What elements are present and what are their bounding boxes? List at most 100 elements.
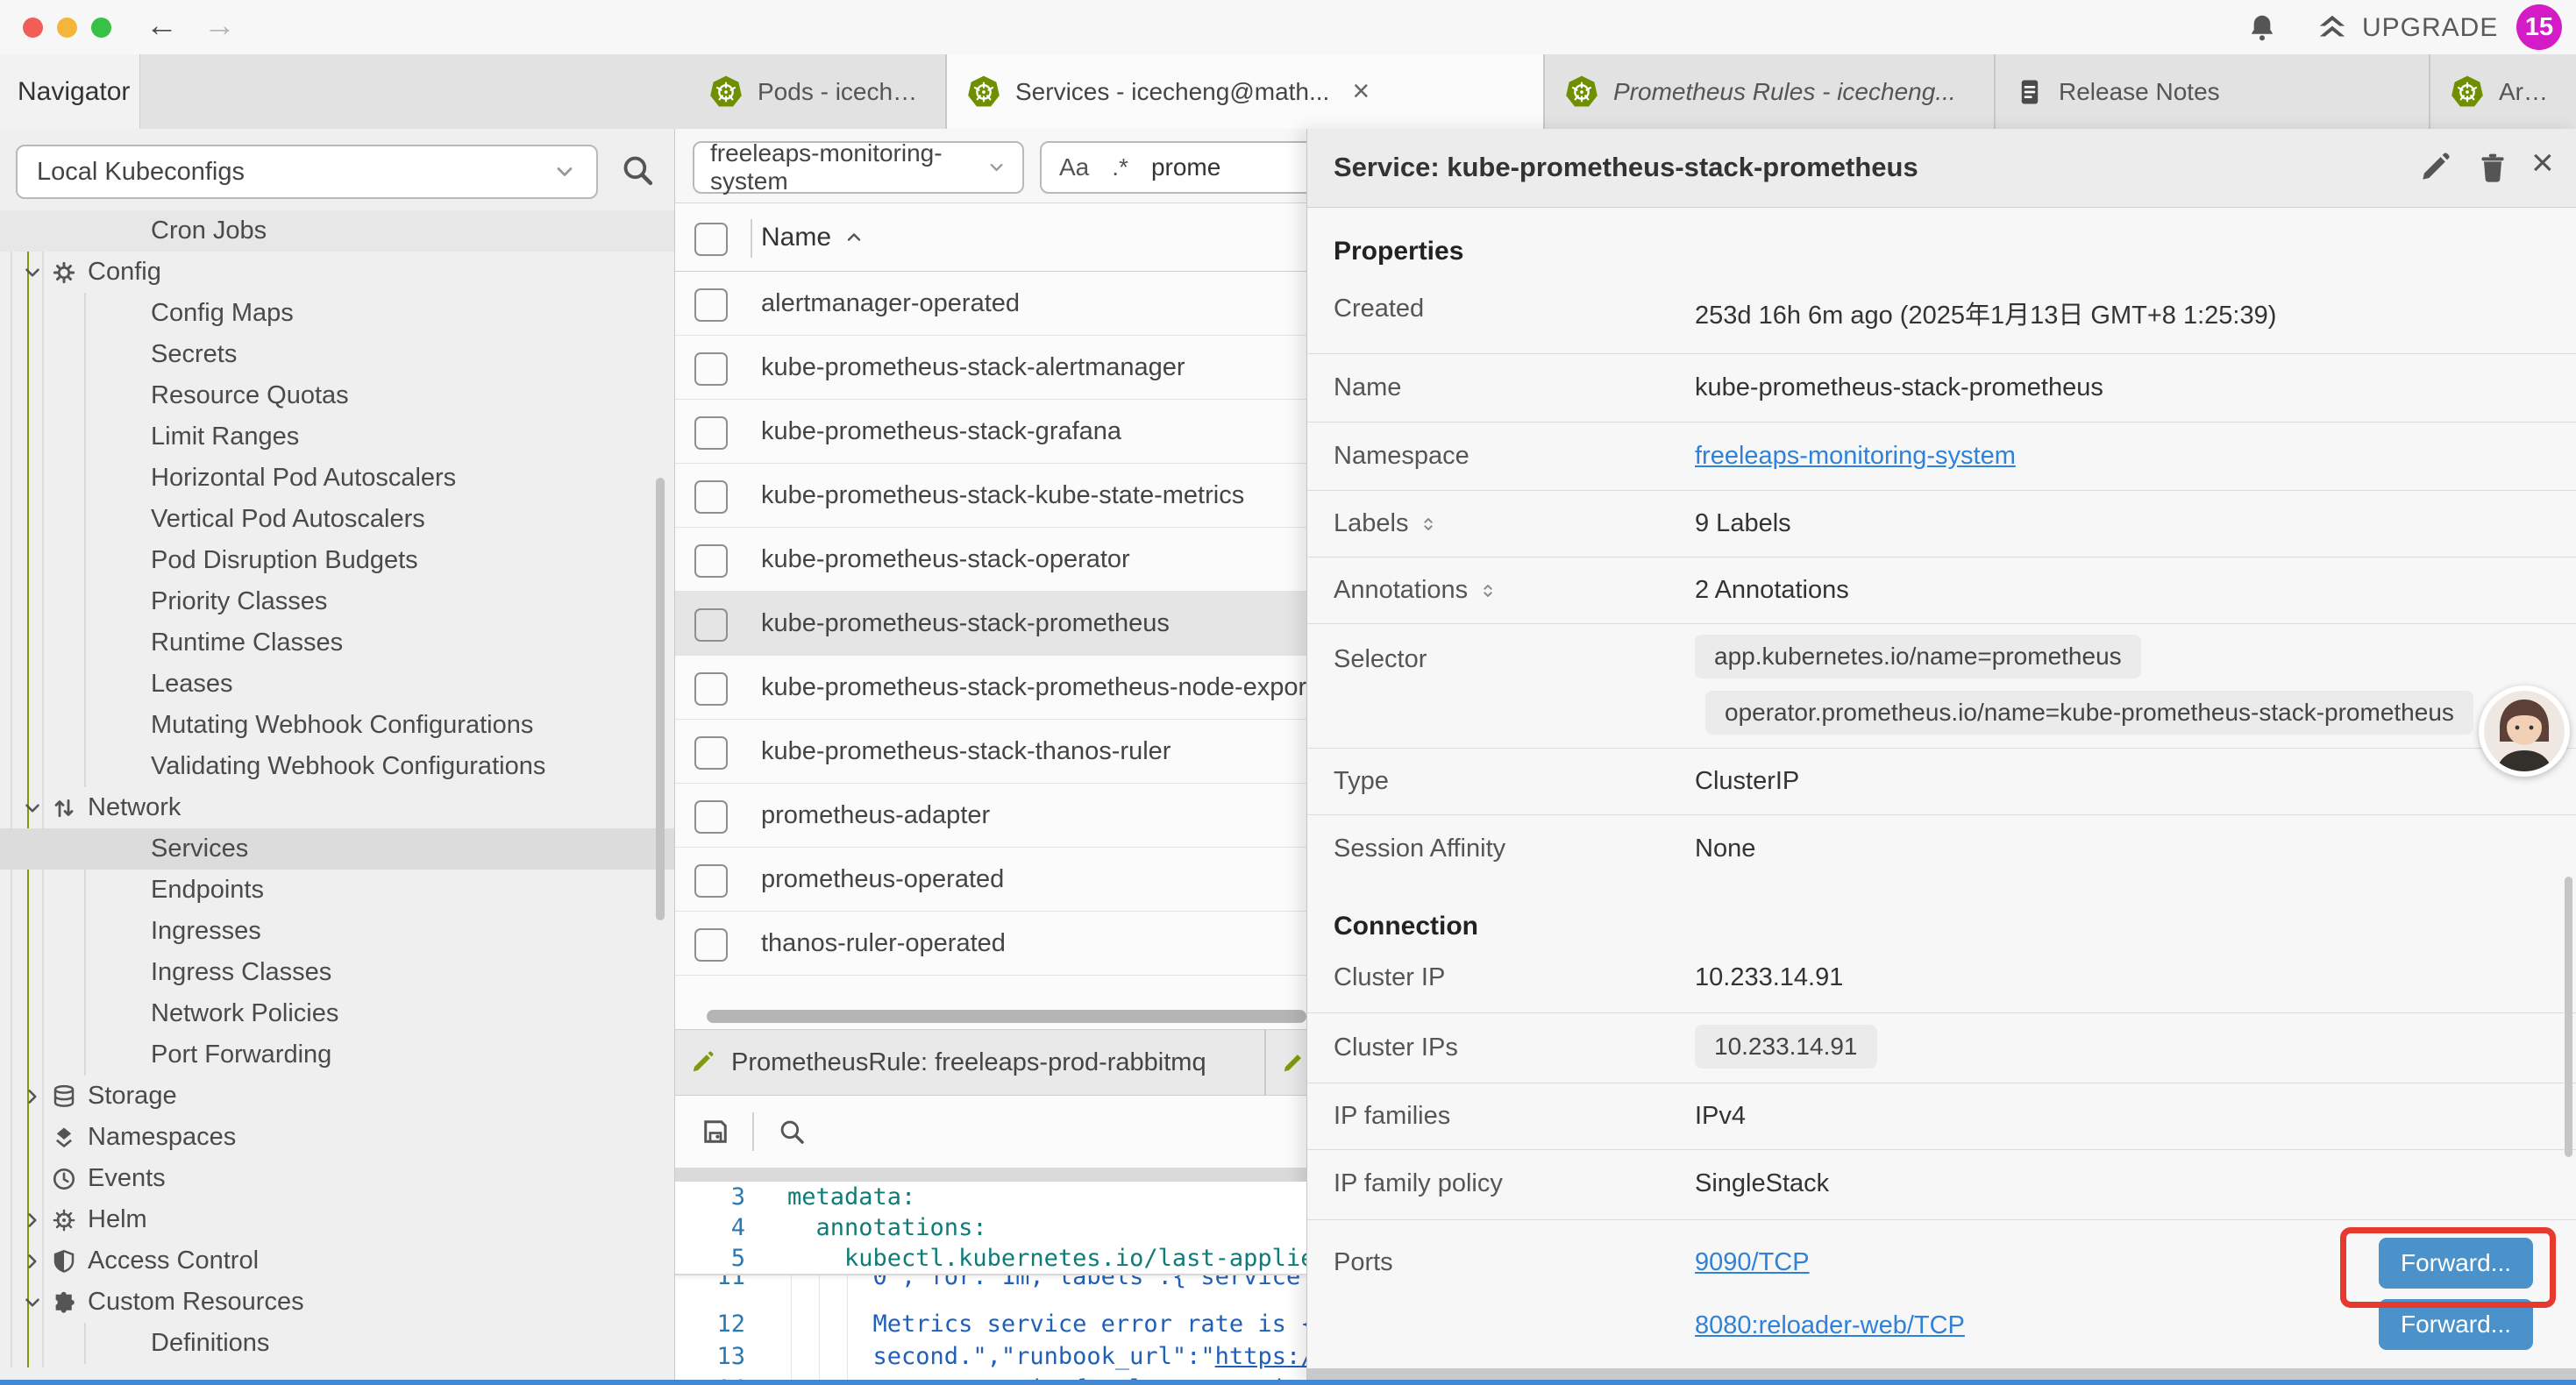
tree-item[interactable]: Validating Webhook Configurations <box>0 746 675 787</box>
sidebar-scrollbar[interactable] <box>656 478 665 920</box>
row-checkbox[interactable] <box>694 352 728 386</box>
navigator-panel-tab[interactable]: Navigator <box>0 54 140 129</box>
table-row[interactable]: thanos-ruler-operated <box>675 912 1306 976</box>
tree-item[interactable]: Definitions <box>0 1323 675 1364</box>
table-row[interactable]: kube-prometheus-stack-grafana <box>675 400 1306 464</box>
tree-item[interactable]: Leases <box>0 664 675 705</box>
tree-item[interactable]: Secrets <box>0 334 675 375</box>
property-label[interactable]: Labels <box>1334 509 1438 538</box>
editor-tab-next[interactable] <box>1264 1030 1306 1095</box>
row-checkbox[interactable] <box>694 544 728 578</box>
match-case-toggle[interactable]: Aa <box>1059 153 1089 181</box>
minimize-window-button[interactable] <box>57 18 77 38</box>
select-all-checkbox[interactable] <box>694 223 728 256</box>
chevron-down-icon[interactable] <box>21 1291 51 1314</box>
tree-item[interactable]: Mutating Webhook Configurations <box>0 705 675 746</box>
tree-item[interactable]: Storage <box>0 1076 675 1117</box>
close-drawer-icon[interactable]: × <box>2531 141 2554 185</box>
tree-item[interactable]: Port Forwarding <box>0 1034 675 1076</box>
tree-item[interactable]: Custom Resources <box>0 1282 675 1323</box>
chevron-down-icon[interactable] <box>21 797 51 820</box>
avatar[interactable] <box>2479 685 2570 777</box>
tree-item[interactable]: Access Control <box>0 1240 675 1282</box>
table-row[interactable]: kube-prometheus-stack-prometheus <box>675 592 1306 656</box>
chevron-right-icon[interactable] <box>21 1250 51 1273</box>
tree-item[interactable]: Runtime Classes <box>0 622 675 664</box>
close-window-button[interactable] <box>23 18 43 38</box>
table-row[interactable]: kube-prometheus-stack-prometheus-node-ex… <box>675 656 1306 720</box>
search-input[interactable]: Aa .* prome <box>1040 141 1306 194</box>
table-row[interactable]: prometheus-adapter <box>675 784 1306 848</box>
notification-count-badge[interactable]: 15 <box>2516 4 2562 50</box>
table-row[interactable]: kube-prometheus-stack-thanos-ruler <box>675 720 1306 784</box>
sidebar-search-icon[interactable] <box>619 152 656 188</box>
notifications-bell-icon[interactable] <box>2246 11 2278 45</box>
row-checkbox[interactable] <box>694 864 728 898</box>
tree-item[interactable]: Pod Disruption Budgets <box>0 540 675 581</box>
expand-collapse-icon[interactable] <box>1419 513 1438 536</box>
port-link-8080-reloader-web[interactable]: 8080:reloader-web/TCP <box>1695 1311 1965 1340</box>
table-row[interactable]: kube-prometheus-stack-kube-state-metrics <box>675 464 1306 528</box>
yaml-editor[interactable]: 3 metadata: 4 annotations: 5 kubectl.kub… <box>675 1182 1306 1385</box>
row-checkbox[interactable] <box>694 480 728 514</box>
table-row[interactable]: prometheus-operated <box>675 848 1306 912</box>
tree-item[interactable]: Limit Ranges <box>0 416 675 458</box>
tree-item[interactable]: Events <box>0 1158 675 1199</box>
namespace-filter-dropdown[interactable]: freeleaps-monitoring-system <box>693 141 1024 194</box>
chevron-right-icon[interactable] <box>21 1085 51 1108</box>
tree-item[interactable]: Ingress Classes <box>0 952 675 993</box>
zoom-window-button[interactable] <box>91 18 111 38</box>
row-checkbox[interactable] <box>694 800 728 834</box>
row-checkbox[interactable] <box>694 416 728 450</box>
runbook-url-link[interactable]: https://net <box>1215 1343 1306 1370</box>
tab-pods[interactable]: Pods - icecheng@mathmas... <box>689 54 947 129</box>
row-checkbox[interactable] <box>694 928 728 962</box>
tree-item[interactable]: Ingresses <box>0 911 675 952</box>
editor-minimap-strip[interactable] <box>675 1168 1306 1182</box>
row-checkbox[interactable] <box>694 672 728 706</box>
edit-pencil-icon[interactable] <box>2417 150 2452 185</box>
editor-tab-prometheusrule[interactable]: PrometheusRule: freeleaps-prod-rabbitmq <box>675 1030 1259 1095</box>
tree-item[interactable]: Horizontal Pod Autoscalers <box>0 458 675 499</box>
tree-item[interactable]: Endpoints <box>0 870 675 911</box>
column-header-name[interactable]: Name <box>761 223 865 252</box>
forward-button[interactable]: → <box>203 7 236 44</box>
tree-item[interactable]: Config <box>0 252 675 293</box>
chevron-down-icon[interactable] <box>21 261 51 284</box>
tree-item[interactable]: Config Maps <box>0 293 675 334</box>
port-link-9090[interactable]: 9090/TCP <box>1695 1248 1810 1277</box>
tree-item[interactable]: Network Policies <box>0 993 675 1034</box>
tab-release-notes[interactable]: Release Notes <box>1996 54 2430 129</box>
save-icon[interactable] <box>700 1116 731 1147</box>
table-horizontal-scrollbar[interactable] <box>707 1010 1306 1023</box>
editor-search-icon[interactable] <box>777 1117 807 1147</box>
tree-item[interactable]: Helm <box>0 1199 675 1240</box>
close-tab-icon[interactable]: × <box>1352 75 1370 109</box>
row-checkbox[interactable] <box>694 288 728 322</box>
back-button[interactable]: ← <box>146 7 178 44</box>
row-checkbox[interactable] <box>694 736 728 770</box>
chevron-right-icon[interactable] <box>21 1209 51 1232</box>
tree-item[interactable]: Cron Jobs <box>0 210 675 252</box>
tree-item[interactable]: Vertical Pod Autoscalers <box>0 499 675 540</box>
tree-item[interactable]: Priority Classes <box>0 581 675 622</box>
expand-collapse-icon[interactable] <box>1478 579 1498 602</box>
upgrade-button[interactable]: UPGRADE <box>2315 11 2498 45</box>
drawer-vertical-scrollbar[interactable] <box>2565 877 2572 1157</box>
property-label[interactable]: Annotations <box>1334 576 1498 605</box>
table-row[interactable]: kube-prometheus-stack-alertmanager <box>675 336 1306 400</box>
regex-toggle[interactable]: .* <box>1112 153 1128 181</box>
tab-services[interactable]: Services - icecheng@math... × <box>947 54 1545 129</box>
table-row[interactable]: kube-prometheus-stack-operator <box>675 528 1306 592</box>
delete-trash-icon[interactable] <box>2475 150 2510 185</box>
tab-argo[interactable]: Argo Se <box>2430 54 2576 129</box>
tree-item[interactable]: Resource Quotas <box>0 375 675 416</box>
tab-prometheus-rules[interactable]: Prometheus Rules - icecheng... <box>1545 54 1996 129</box>
row-checkbox[interactable] <box>694 608 728 642</box>
namespace-link[interactable]: freeleaps-monitoring-system <box>1695 442 2016 471</box>
tree-item[interactable]: Services <box>0 828 675 870</box>
tree-item[interactable]: Network <box>0 787 675 828</box>
kubeconfig-selector[interactable]: Local Kubeconfigs <box>16 145 598 199</box>
table-row[interactable]: alertmanager-operated <box>675 272 1306 336</box>
tree-item[interactable]: Namespaces <box>0 1117 675 1158</box>
